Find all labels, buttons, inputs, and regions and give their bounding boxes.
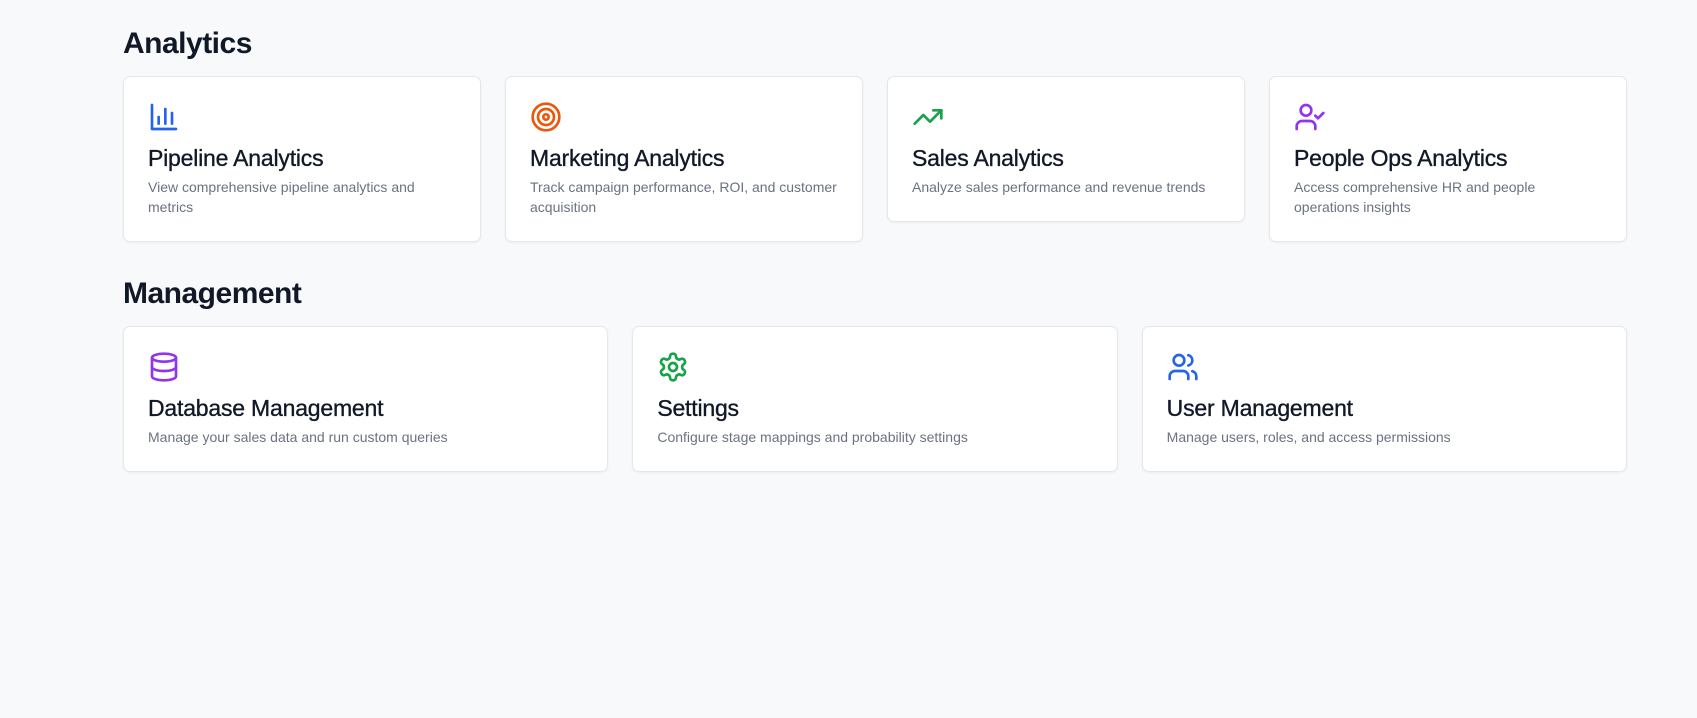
card-title: Settings [657,395,739,421]
user-management-card[interactable]: User Management Manage users, roles, and… [1141,326,1627,472]
database-icon [148,351,180,383]
card-description: Configure stage mappings and probability… [657,429,968,445]
gear-icon [657,351,689,383]
card-title: User Management [1166,395,1353,421]
dashboard-page: Analytics Pipeline Analytics View compre… [0,0,1697,718]
bar-chart-icon [148,101,180,133]
user-check-icon [1294,101,1326,133]
card-title: Pipeline Analytics [148,145,324,171]
card-title: Marketing Analytics [530,145,725,171]
card-description: Analyze sales performance and revenue tr… [912,179,1206,195]
marketing-analytics-card[interactable]: Marketing Analytics Track campaign perfo… [505,76,863,242]
card-description: Access comprehensive HR and people opera… [1294,179,1536,215]
analytics-section: Analytics Pipeline Analytics View compre… [123,22,1627,242]
card-title: Sales Analytics [912,145,1064,171]
card-description: Manage users, roles, and access permissi… [1166,429,1451,445]
pipeline-analytics-card[interactable]: Pipeline Analytics View comprehensive pi… [123,76,481,242]
card-description: View comprehensive pipeline analytics an… [148,179,415,215]
trending-up-icon [912,101,944,133]
analytics-card-grid: Pipeline Analytics View comprehensive pi… [123,76,1627,242]
settings-card[interactable]: Settings Configure stage mappings and pr… [632,326,1118,472]
card-title: People Ops Analytics [1294,145,1508,171]
card-title: Database Management [148,395,384,421]
users-icon [1167,351,1199,383]
target-icon [530,101,562,133]
card-description: Track campaign performance, ROI, and cus… [530,179,837,215]
management-section-title: Management [123,277,302,310]
database-management-card[interactable]: Database Management Manage your sales da… [123,326,609,472]
management-card-grid: Database Management Manage your sales da… [123,326,1627,472]
sales-analytics-card[interactable]: Sales Analytics Analyze sales performanc… [887,76,1245,222]
analytics-section-title: Analytics [123,27,252,60]
card-description: Manage your sales data and run custom qu… [148,429,448,445]
management-section: Management Database Management Manage yo… [123,272,1627,472]
people-ops-analytics-card[interactable]: People Ops Analytics Access comprehensiv… [1269,76,1627,242]
